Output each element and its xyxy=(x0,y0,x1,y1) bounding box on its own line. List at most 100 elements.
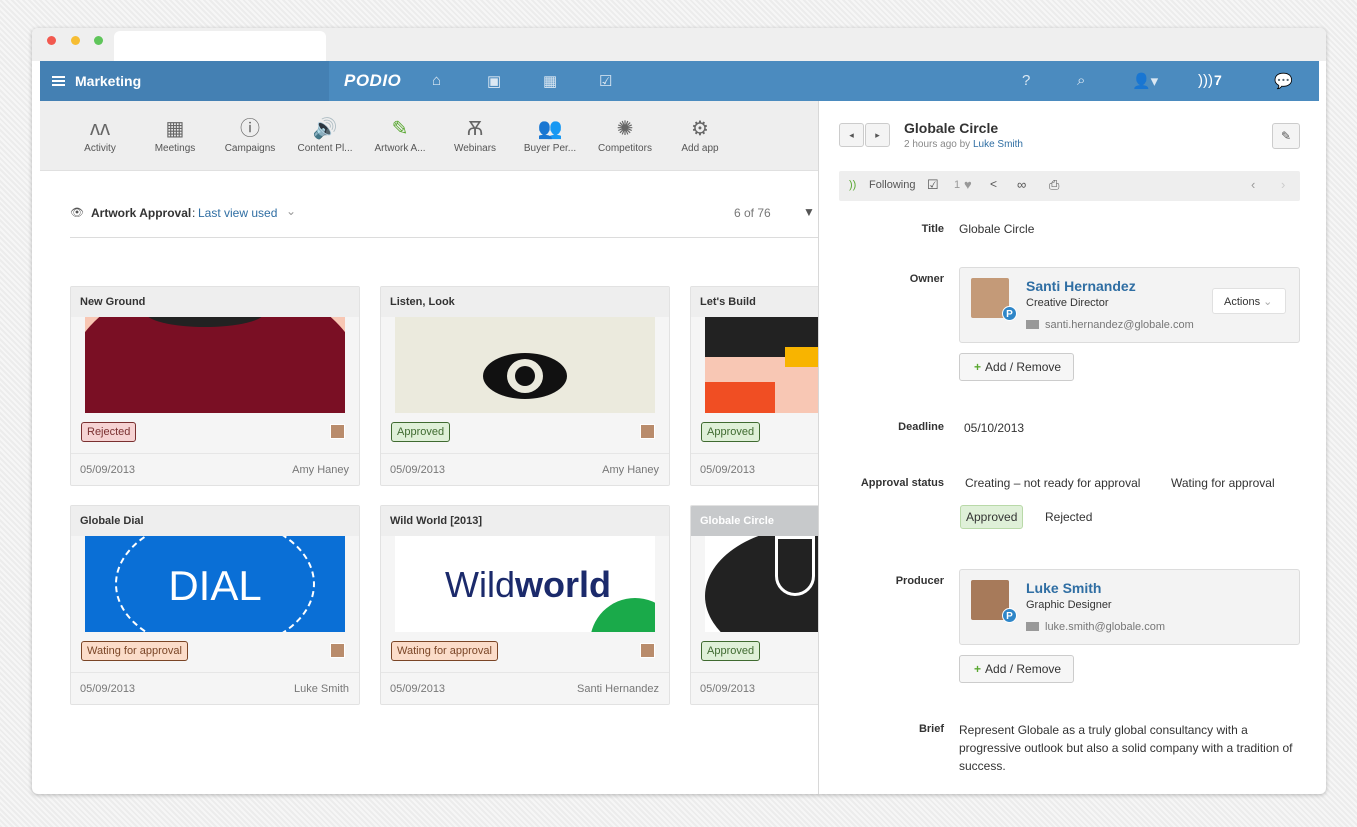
app-people[interactable]: 👥 Buyer Per... xyxy=(510,115,590,154)
status-badge: Approved xyxy=(701,422,761,442)
view-selector[interactable]: Last view used xyxy=(198,206,277,220)
browser-tab[interactable] xyxy=(114,31,326,61)
filter-icon[interactable]: ▼ xyxy=(803,205,815,219)
app-info[interactable]: ⓘ Campaigns xyxy=(210,115,290,154)
artwork-card[interactable]: Globale Dial DIAL Wating for approval 05/09… xyxy=(70,505,360,705)
app-label: Artwork A... xyxy=(374,143,426,154)
status-option-approved[interactable]: Approved xyxy=(960,505,1024,529)
owner-role: Creative Director xyxy=(1026,297,1109,309)
home-icon[interactable]: ⌂ xyxy=(432,72,441,89)
producer-add-remove-button[interactable]: + Add / Remove xyxy=(959,655,1074,683)
podio-badge-icon: P xyxy=(1002,306,1017,321)
podio-logo[interactable]: PODIO xyxy=(344,71,401,91)
print-icon[interactable]: ⎙ xyxy=(1049,177,1059,193)
producer-email[interactable]: luke.smith@globale.com xyxy=(1026,621,1165,633)
chat-icon[interactable]: 💬 xyxy=(1274,72,1293,90)
avatar[interactable] xyxy=(330,424,345,439)
card-artwork[interactable]: Wildworld xyxy=(395,536,655,632)
artwork-card[interactable]: New Ground Rejected 05/09/2013 Amy Haney xyxy=(70,286,360,486)
app-label: Content Pl... xyxy=(297,143,353,154)
owner-name[interactable]: Santi Hernandez xyxy=(1026,278,1136,294)
approval-status-label: Approval status xyxy=(860,477,944,489)
rss-icon: )) xyxy=(849,179,857,191)
card-date: 05/09/2013 xyxy=(80,683,136,695)
card-title[interactable]: New Ground xyxy=(71,287,359,317)
status-option-creating[interactable]: Creating – not ready for approval xyxy=(965,476,1140,490)
sun-icon: ✺ xyxy=(616,118,634,140)
actions-dropdown[interactable]: Actions ⌄ xyxy=(1212,288,1286,314)
art-text: world xyxy=(515,564,611,605)
app-bar: ʌʌ Activity ▦ Meetings ⓘ Campaigns 🔊 Content Pl… xyxy=(40,101,818,171)
avatar[interactable] xyxy=(640,643,655,658)
previous-item-button[interactable]: ◂ xyxy=(839,123,864,147)
app-activity[interactable]: ʌʌ Activity xyxy=(60,115,140,154)
edit-icon[interactable]: ✎ xyxy=(1272,123,1300,149)
producer-email-text: luke.smith@globale.com xyxy=(1045,621,1165,633)
status-option-rejected[interactable]: Rejected xyxy=(1045,510,1092,524)
add-remove-label: Add / Remove xyxy=(985,662,1062,676)
maximize-dot[interactable] xyxy=(94,36,103,45)
app-calendar[interactable]: ▦ Meetings xyxy=(135,115,215,154)
mail-icon xyxy=(1026,622,1039,631)
notifications-icon[interactable]: ))) xyxy=(1198,72,1213,89)
following-toggle[interactable]: Following xyxy=(869,179,915,191)
calendar-icon[interactable]: ▦ xyxy=(543,72,557,90)
next-item-button[interactable]: ▸ xyxy=(865,123,890,147)
app-sun[interactable]: ✺ Competitors xyxy=(585,115,665,154)
heart-icon[interactable]: ♥ xyxy=(964,177,972,192)
card-date: 05/09/2013 xyxy=(390,464,446,476)
owner-add-remove-button[interactable]: + Add / Remove xyxy=(959,353,1074,381)
card-title[interactable]: Globale Dial xyxy=(71,506,359,536)
producer-name[interactable]: Luke Smith xyxy=(1026,580,1101,596)
brief-label: Brief xyxy=(918,723,944,735)
app-brush[interactable]: ✎ Artwork A... xyxy=(360,115,440,154)
status-badge: Approved xyxy=(391,422,451,442)
app-add-app[interactable]: ⚙ Add app xyxy=(660,115,740,154)
card-date: 05/09/2013 xyxy=(390,683,446,695)
artwork-card[interactable]: Wild World [2013] Wildworld Wating for app… xyxy=(380,505,670,705)
card-footer: 05/09/2013 Amy Haney xyxy=(381,453,669,485)
artwork-card[interactable]: Listen, Look Approved 05/09/2013 Amy Haney xyxy=(380,286,670,486)
card-title[interactable]: Wild World [2013] xyxy=(381,506,669,536)
people-icon: 👥 xyxy=(537,118,563,140)
link-icon[interactable]: ∞ xyxy=(1017,177,1026,192)
minimize-dot[interactable] xyxy=(71,36,80,45)
notification-count[interactable]: 7 xyxy=(1214,72,1222,88)
producer-role: Graphic Designer xyxy=(1026,599,1112,611)
share-icon[interactable]: < xyxy=(990,177,997,191)
task-icon[interactable]: ☑ xyxy=(927,177,939,193)
card-artwork[interactable]: DIAL xyxy=(85,536,345,632)
status-option-waiting[interactable]: Wating for approval xyxy=(1171,476,1275,490)
chevron-down-icon[interactable]: ⌄ xyxy=(286,204,296,218)
item-meta-user[interactable]: Luke Smith xyxy=(973,139,1023,150)
tasks-icon[interactable]: ☑ xyxy=(599,72,612,90)
close-dot[interactable] xyxy=(47,36,56,45)
owner-email-text: santi.hernandez@globale.com xyxy=(1045,319,1194,331)
owner-email[interactable]: santi.hernandez@globale.com xyxy=(1026,319,1194,331)
user-menu-icon[interactable]: 👤▾ xyxy=(1132,72,1158,90)
status-badge: Rejected xyxy=(81,422,137,442)
status-badge: Approved xyxy=(701,641,761,661)
app-area: ʌʌ Activity ▦ Meetings ⓘ Campaigns 🔊 Content Pl… xyxy=(40,101,980,794)
app-antenna[interactable]: Ѫ Webinars xyxy=(435,115,515,154)
chevron-right-icon[interactable]: › xyxy=(1281,177,1285,192)
producer-label: Producer xyxy=(895,575,944,587)
card-artwork[interactable] xyxy=(395,317,655,413)
chevron-left-icon[interactable]: ‹ xyxy=(1251,177,1255,192)
brief-value: Represent Globale as a truly global cons… xyxy=(959,723,1293,773)
help-icon[interactable]: ? xyxy=(1022,72,1030,89)
search-icon[interactable]: ⌕ xyxy=(1077,72,1085,89)
like-count: 1 xyxy=(954,179,961,191)
card-artwork[interactable] xyxy=(85,317,345,413)
card-author: Amy Haney xyxy=(602,464,659,476)
art-text: DIAL xyxy=(168,562,262,609)
avatar[interactable] xyxy=(330,643,345,658)
workspace-switcher[interactable]: Marketing xyxy=(40,61,329,101)
view-separator: : xyxy=(192,206,196,220)
owner-card: P Santi Hernandez Creative Director sant… xyxy=(959,267,1300,343)
card-title[interactable]: Listen, Look xyxy=(381,287,669,317)
add-remove-label: Add / Remove xyxy=(985,360,1062,374)
avatar[interactable] xyxy=(640,424,655,439)
contacts-icon[interactable]: ▣ xyxy=(487,72,501,90)
app-speaker[interactable]: 🔊 Content Pl... xyxy=(285,115,365,154)
